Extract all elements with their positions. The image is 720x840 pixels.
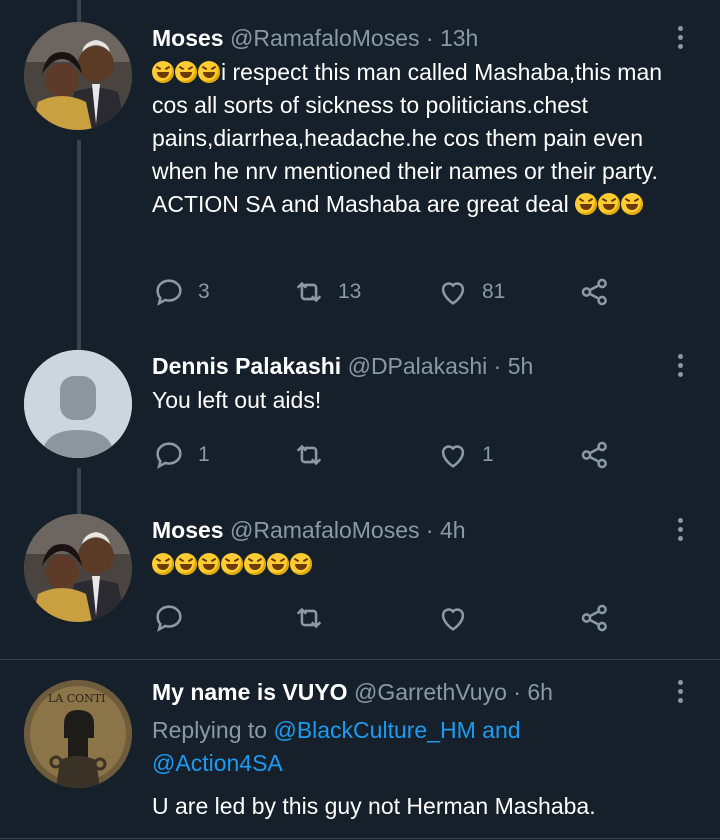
retweet-icon [296, 281, 322, 303]
more-options-icon[interactable] [668, 518, 692, 546]
share-icon [581, 441, 607, 469]
tweet-header: My name is VUYO @GarrethVuyo · 6h [152, 676, 553, 708]
mention-link[interactable]: @Action4SA [152, 750, 283, 776]
rolling-on-floor-laughing-emoji [198, 553, 220, 575]
reply-button[interactable]: 1 [152, 437, 210, 473]
replying-to-and[interactable]: and [476, 717, 520, 743]
display-name[interactable]: My name is VUYO [152, 679, 348, 705]
retweet-icon [296, 444, 322, 466]
share-icon [581, 604, 607, 632]
avatar[interactable] [24, 350, 132, 458]
thread-line [77, 0, 81, 22]
reply-button[interactable]: 3 [152, 274, 210, 310]
divider [0, 838, 720, 839]
default-profile-icon [24, 350, 132, 458]
tweet-header: Moses @RamafaloMoses · 4h [152, 514, 466, 546]
heart-icon [441, 445, 465, 468]
more-options-icon[interactable] [668, 26, 692, 54]
rolling-on-floor-laughing-emoji [244, 553, 266, 575]
tweet-header: Moses @RamafaloMoses · 13h [152, 22, 478, 54]
share-button[interactable] [578, 600, 612, 636]
reply-icon [156, 279, 182, 306]
reply-count: 1 [198, 443, 210, 466]
display-name[interactable]: Moses [152, 25, 224, 51]
like-button[interactable]: 81 [436, 274, 505, 310]
display-name[interactable]: Moses [152, 517, 224, 543]
heart-icon [441, 608, 465, 631]
retweet-button[interactable] [292, 437, 338, 473]
rolling-on-floor-laughing-emoji [152, 61, 174, 83]
share-button[interactable] [578, 437, 612, 473]
handle[interactable]: @RamafaloMoses [230, 517, 420, 543]
replying-to: Replying to @BlackCulture_HM and @Action… [152, 714, 692, 780]
avatar-logo-text: LA CONTI [48, 692, 106, 705]
like-button[interactable] [436, 600, 470, 636]
retweet-button[interactable] [292, 600, 326, 636]
heart-icon [441, 282, 465, 305]
tweet-text: i respect this man called Mashaba,this m… [152, 56, 702, 221]
rolling-on-floor-laughing-emoji [221, 553, 243, 575]
tweet-actions: 1 1 [152, 437, 632, 473]
avatar[interactable] [24, 22, 132, 130]
raised-fist-icon: LA CONTI [24, 680, 132, 788]
timestamp[interactable]: · 4h [426, 517, 466, 543]
tweet-text: You left out aids! [152, 387, 322, 413]
like-count: 81 [482, 280, 506, 303]
timestamp[interactable]: · 13h [426, 25, 478, 51]
share-icon [581, 278, 607, 306]
timestamp[interactable]: · 5h [494, 353, 534, 379]
retweet-button[interactable]: 13 [292, 274, 361, 310]
timestamp[interactable]: · 6h [513, 679, 553, 705]
rolling-on-floor-laughing-emoji [152, 553, 174, 575]
reply-icon [156, 442, 182, 469]
handle[interactable]: @GarrethVuyo [354, 679, 507, 705]
avatar-photo-icon [24, 22, 132, 130]
divider [0, 659, 720, 660]
avatar[interactable] [24, 514, 132, 622]
more-options-icon[interactable] [668, 354, 692, 382]
retweet-icon [296, 607, 322, 629]
tweet-text: U are led by this guy not Herman Mashaba… [152, 793, 596, 819]
more-options-icon[interactable] [668, 680, 692, 708]
rolling-on-floor-laughing-emoji [598, 193, 621, 215]
mention-link[interactable]: @BlackCulture_HM [273, 717, 475, 743]
handle[interactable]: @RamafaloMoses [230, 25, 420, 51]
reply-button[interactable] [152, 600, 186, 636]
tweet-text [152, 548, 702, 581]
rolling-on-floor-laughing-emoji [198, 61, 220, 83]
rolling-on-floor-laughing-emoji [175, 61, 197, 83]
reply-count: 3 [198, 280, 210, 303]
rolling-on-floor-laughing-emoji [267, 553, 289, 575]
tweet-header: Dennis Palakashi @DPalakashi · 5h [152, 350, 533, 382]
like-button[interactable]: 1 [436, 437, 494, 473]
rolling-on-floor-laughing-emoji [575, 193, 598, 215]
replying-to-prefix: Replying to [152, 717, 274, 743]
tweet[interactable]: LA CONTI My name is VUYO @GarrethVuyo · … [0, 676, 720, 826]
tweet[interactable]: Moses @RamafaloMoses · 4h [0, 514, 720, 644]
rolling-on-floor-laughing-emoji [290, 553, 312, 575]
handle[interactable]: @DPalakashi [348, 353, 488, 379]
tweet-actions: 3 13 81 [152, 274, 632, 310]
rolling-on-floor-laughing-emoji [175, 553, 197, 575]
tweet-actions [152, 600, 632, 636]
retweet-count: 13 [338, 280, 362, 303]
like-count: 1 [482, 443, 494, 466]
tweet[interactable]: Moses @RamafaloMoses · 13h i respect thi… [0, 22, 720, 322]
reply-icon [156, 605, 182, 632]
avatar-photo-icon [24, 514, 132, 622]
display-name[interactable]: Dennis Palakashi [152, 353, 341, 379]
tweet[interactable]: Dennis Palakashi @DPalakashi · 5h You le… [0, 350, 720, 485]
avatar[interactable]: LA CONTI [24, 680, 132, 788]
share-button[interactable] [578, 274, 612, 310]
rolling-on-floor-laughing-emoji [621, 193, 644, 215]
